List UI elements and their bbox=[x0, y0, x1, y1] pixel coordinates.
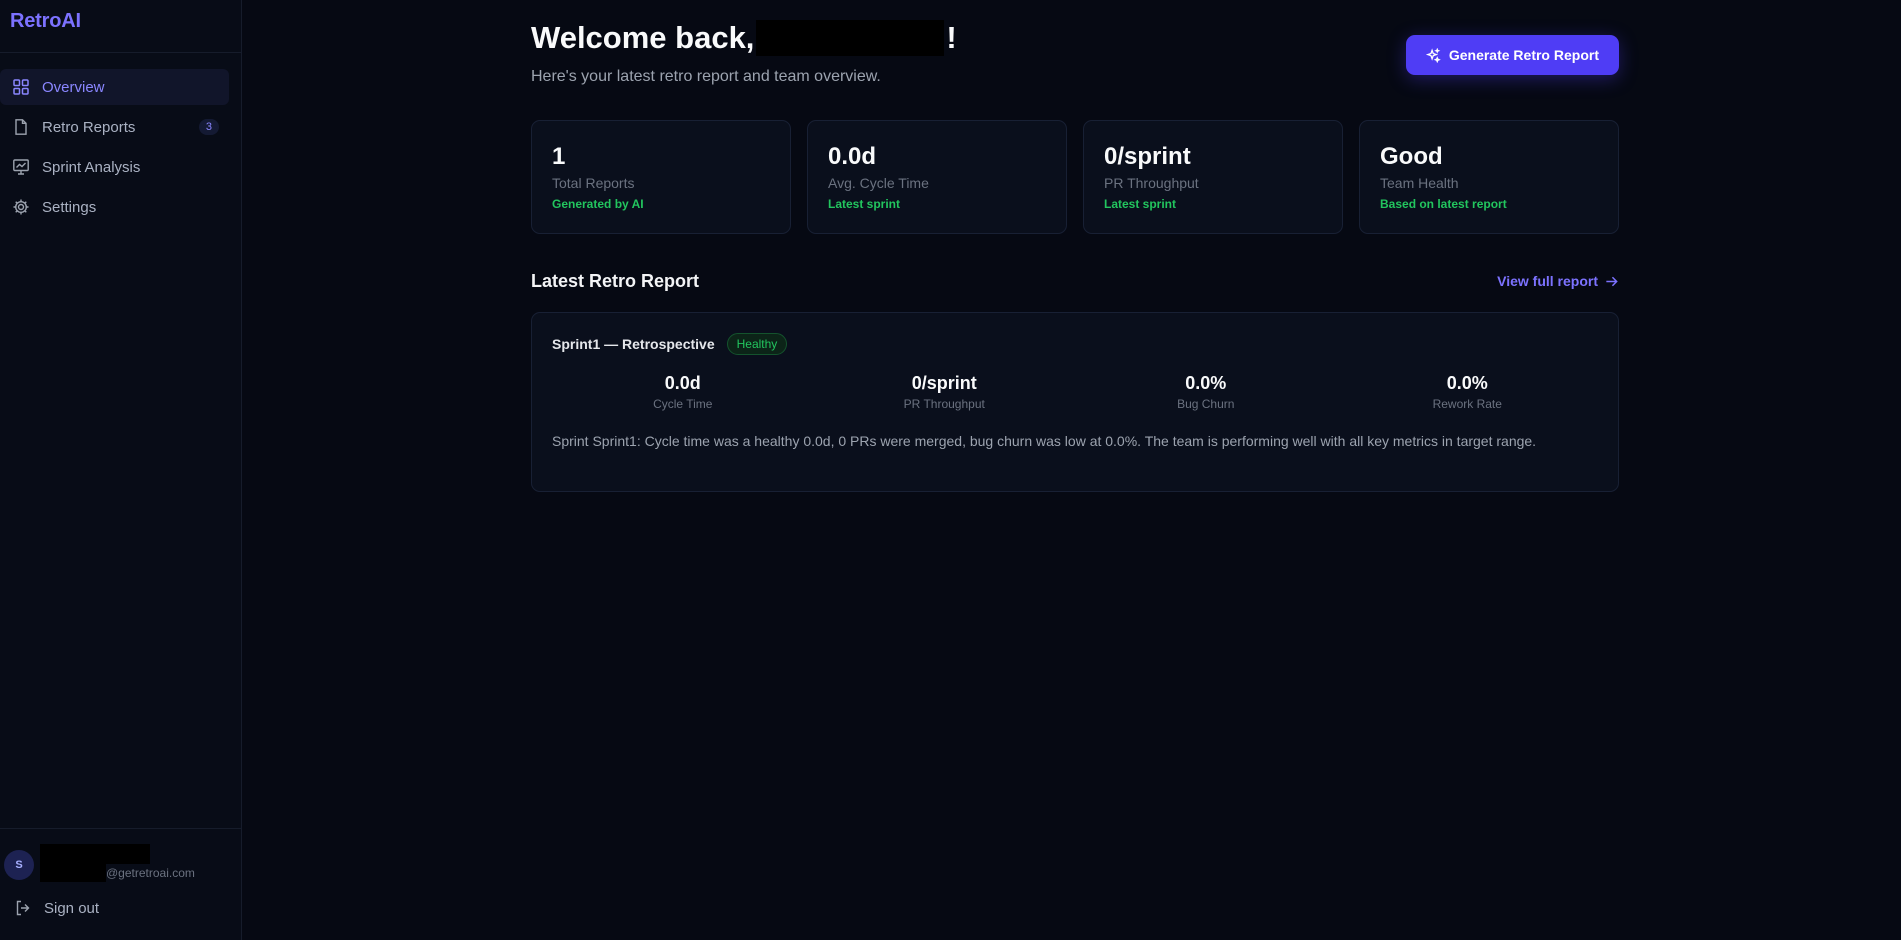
sidebar-item-settings[interactable]: Settings bbox=[0, 189, 229, 225]
metric-label: Rework Rate bbox=[1432, 397, 1502, 411]
metric-value: 0.0d bbox=[664, 373, 701, 393]
metric-value: 0.0% bbox=[1446, 373, 1488, 393]
generate-button-label: Generate Retro Report bbox=[1448, 47, 1599, 63]
user-info: @getretroai.com bbox=[40, 844, 230, 886]
generate-retro-report-button[interactable]: Generate Retro Report bbox=[1405, 35, 1619, 75]
stat-note: Generated by AI bbox=[552, 197, 644, 211]
grid-icon bbox=[12, 78, 30, 96]
sidebar: RetroAI Overview Retro Reports 3 Sprint … bbox=[0, 0, 242, 940]
gear-icon bbox=[12, 198, 30, 216]
latest-report-card[interactable]: Sprint1 — Retrospective Healthy 0.0d Cyc… bbox=[531, 312, 1619, 492]
sidebar-footer: S @getretroai.com Sign out bbox=[0, 828, 241, 940]
reports-count-badge: 3 bbox=[198, 119, 219, 135]
stat-value: Good bbox=[1380, 143, 1443, 170]
view-link-label: View full report bbox=[1497, 273, 1598, 289]
welcome-suffix: ! bbox=[946, 20, 957, 55]
metric-cycle-time: 0.0d Cycle Time bbox=[552, 373, 814, 411]
sidebar-item-label: Overview bbox=[42, 78, 105, 96]
sidebar-item-sprint-analysis[interactable]: Sprint Analysis bbox=[0, 149, 229, 185]
stat-label: Avg. Cycle Time bbox=[828, 175, 929, 191]
main-content: Welcome back, ! Here's your latest retro… bbox=[242, 0, 1901, 940]
section-title: Latest Retro Report bbox=[531, 270, 700, 291]
status-badge: Healthy bbox=[726, 333, 788, 355]
page-subtitle: Here's your latest retro report and team… bbox=[531, 68, 881, 85]
metric-label: Bug Churn bbox=[1177, 397, 1235, 411]
metric-bug-churn: 0.0% Bug Churn bbox=[1075, 373, 1337, 411]
sparkles-icon bbox=[1425, 47, 1441, 63]
file-icon bbox=[12, 118, 30, 136]
sidebar-item-label: Retro Reports bbox=[42, 118, 136, 136]
view-full-report-link[interactable]: View full report bbox=[1497, 273, 1619, 289]
avatar: S bbox=[4, 850, 34, 880]
report-title: Sprint1 — Retrospective bbox=[552, 336, 715, 352]
report-metrics: 0.0d Cycle Time 0/sprint PR Throughput 0… bbox=[552, 373, 1598, 411]
page-header: Welcome back, ! Here's your latest retro… bbox=[531, 0, 1619, 120]
stat-value: 0/sprint bbox=[1104, 143, 1191, 170]
arrow-right-icon bbox=[1606, 276, 1618, 286]
metric-value: 0.0% bbox=[1185, 373, 1227, 393]
metric-label: Cycle Time bbox=[653, 397, 713, 411]
redacted-email-user bbox=[40, 862, 106, 882]
sign-out-label: Sign out bbox=[44, 899, 100, 917]
brand-logo[interactable]: RetroAI bbox=[0, 0, 241, 53]
sign-out-button[interactable]: Sign out bbox=[0, 887, 241, 917]
sidebar-nav: Overview Retro Reports 3 Sprint Analysis… bbox=[0, 53, 241, 225]
stat-card-cycle-time: 0.0d Avg. Cycle Time Latest sprint bbox=[807, 120, 1067, 234]
stat-value: 1 bbox=[552, 143, 566, 170]
overview-content: Welcome back, ! Here's your latest retro… bbox=[531, 0, 1619, 492]
stat-card-total-reports: 1 Total Reports Generated by AI bbox=[531, 120, 791, 234]
sidebar-item-label: Settings bbox=[42, 198, 97, 216]
metric-pr-throughput: 0/sprint PR Throughput bbox=[814, 373, 1076, 411]
stat-label: PR Throughput bbox=[1104, 175, 1199, 191]
app-root: RetroAI Overview Retro Reports 3 Sprint … bbox=[0, 0, 1901, 940]
report-summary: Sprint Sprint1: Cycle time was a healthy… bbox=[552, 433, 1537, 449]
metric-label: PR Throughput bbox=[903, 397, 985, 411]
page-title: Welcome back, ! bbox=[531, 20, 957, 56]
report-card-header: Sprint1 — Retrospective Healthy bbox=[552, 333, 1598, 355]
stats-grid: 1 Total Reports Generated by AI 0.0d Avg… bbox=[531, 120, 1619, 234]
sidebar-item-overview[interactable]: Overview bbox=[0, 69, 229, 105]
stat-note: Latest sprint bbox=[828, 197, 901, 211]
redacted-name bbox=[40, 844, 150, 864]
stat-note: Based on latest report bbox=[1380, 197, 1507, 211]
metric-rework-rate: 0.0% Rework Rate bbox=[1337, 373, 1599, 411]
chart-icon bbox=[12, 158, 30, 176]
sidebar-item-label: Sprint Analysis bbox=[42, 158, 141, 176]
stat-label: Total Reports bbox=[552, 175, 635, 191]
stat-card-pr-throughput: 0/sprint PR Throughput Latest sprint bbox=[1083, 120, 1343, 234]
redacted-username bbox=[756, 20, 945, 56]
user-email: @getretroai.com bbox=[106, 866, 195, 880]
metric-value: 0/sprint bbox=[911, 373, 977, 393]
stat-label: Team Health bbox=[1380, 175, 1459, 191]
sidebar-item-retro-reports[interactable]: Retro Reports 3 bbox=[0, 109, 229, 145]
latest-report-header: Latest Retro Report View full report bbox=[531, 270, 1619, 292]
stat-value: 0.0d bbox=[828, 143, 877, 170]
welcome-prefix: Welcome back, bbox=[531, 20, 755, 55]
stat-card-team-health: Good Team Health Based on latest report bbox=[1359, 120, 1619, 234]
log-out-icon bbox=[14, 899, 32, 917]
stat-note: Latest sprint bbox=[1104, 197, 1177, 211]
user-profile[interactable]: S @getretroai.com bbox=[0, 829, 241, 887]
